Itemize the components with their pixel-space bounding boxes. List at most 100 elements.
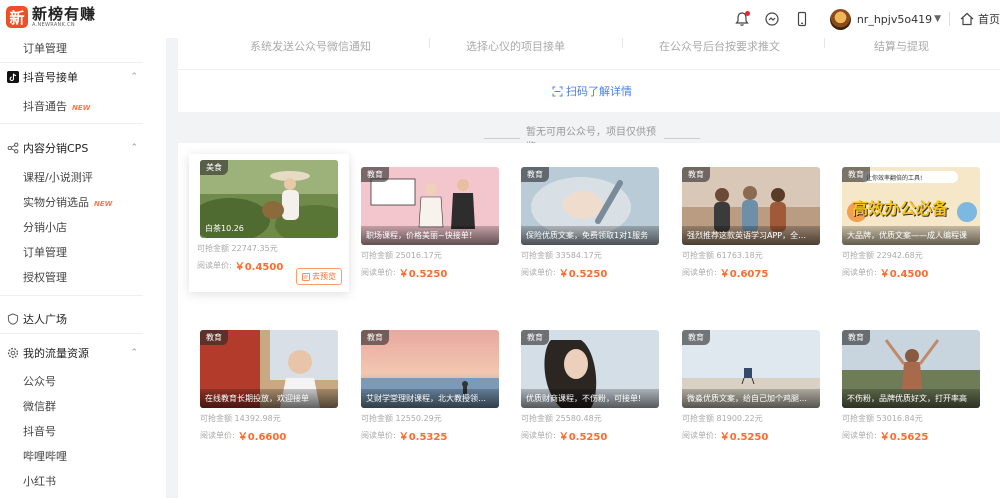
price-value: ￥0.4500 bbox=[879, 269, 929, 280]
sidebar-item-auth[interactable]: 授权管理 bbox=[23, 269, 67, 285]
sidebar-item-course-review[interactable]: 课程/小说测评 bbox=[23, 169, 93, 185]
sidebar-item-wechat-group[interactable]: 微信群 bbox=[23, 398, 56, 414]
amount-label: 可抢金额 bbox=[682, 414, 714, 423]
card-amount: 可抢金额 14392.98元 bbox=[200, 413, 340, 424]
sidebar-group-douyin[interactable]: 抖音号接单 ⌃ bbox=[6, 69, 138, 85]
category-tag: 教育 bbox=[682, 167, 710, 182]
amount-label: 可抢金额 bbox=[200, 414, 232, 423]
category-tag: 教育 bbox=[682, 330, 710, 345]
amount-value: 33584.17元 bbox=[555, 251, 602, 260]
sidebar-item-bilibili[interactable]: 哔哩哔哩 bbox=[23, 448, 67, 464]
project-card[interactable]: 教育 职场课程，价格美丽~快接单！ 可抢金额 25016.17元 阅读单价: ￥… bbox=[361, 167, 501, 280]
card-thumbnail[interactable]: 美食 白茶10.26 bbox=[200, 160, 338, 238]
sidebar-item-orders-top[interactable]: 订单管理 bbox=[23, 40, 67, 56]
home-link[interactable]: 首页 bbox=[978, 11, 1000, 27]
preview-label: 去预览 bbox=[312, 272, 336, 281]
notice-line bbox=[484, 137, 520, 139]
sidebar-group-influencers[interactable]: 达人广场 bbox=[6, 311, 138, 327]
mobile-icon[interactable] bbox=[788, 5, 816, 33]
card-thumbnail[interactable]: 教育 不伤粉，品牌优质好文，打开率高 bbox=[842, 330, 980, 408]
amount-value: 12550.29元 bbox=[395, 414, 442, 423]
sidebar-divider bbox=[0, 62, 143, 63]
category-tag: 教育 bbox=[521, 167, 549, 182]
sidebar-item-shop[interactable]: 分销小店 bbox=[23, 219, 67, 235]
category-tag: 教育 bbox=[521, 330, 549, 345]
card-thumbnail[interactable]: 教育 强烈推荐这款英语学习APP，全… bbox=[682, 167, 820, 245]
username[interactable]: nr_hpjv5o419 bbox=[857, 13, 932, 26]
amount-value: 61763.18元 bbox=[716, 251, 763, 260]
amount-value: 14392.98元 bbox=[234, 414, 281, 423]
chevron-down-icon[interactable]: ▼ bbox=[934, 14, 941, 24]
project-panel: 美食 白茶10.26 可抢金额 22747.35元 阅读单价: ￥0.4500 … bbox=[178, 143, 1000, 498]
project-card[interactable]: 教育 艾财学堂理财课程，北大教授领… 可抢金额 12550.29元 阅读单价: … bbox=[361, 330, 501, 443]
project-card[interactable]: 教育 强烈推荐这款英语学习APP，全… 可抢金额 61763.18元 阅读单价:… bbox=[682, 167, 822, 280]
sidebar-item-physical-goods[interactable]: 实物分销选品 NEW bbox=[23, 194, 112, 210]
category-tag: 教育 bbox=[361, 330, 389, 345]
project-card[interactable]: 教育 让你效率翻倍的工具! 高效办公必备 大品牌，优质文案——成人编程课 可抢金… bbox=[842, 167, 982, 280]
card-thumbnail[interactable]: 教育 职场课程，价格美丽~快接单！ bbox=[361, 167, 499, 245]
price-label: 阅读单价 bbox=[682, 431, 714, 440]
thumb-title-text: 高效办公必备 bbox=[852, 199, 949, 218]
card-price: 阅读单价: ￥0.5250 bbox=[521, 265, 661, 280]
amount-value: 25580.48元 bbox=[555, 414, 602, 423]
chevron-up-icon: ⌃ bbox=[130, 72, 138, 82]
card-caption: 保险优质文案，免费领取1对1服务 bbox=[521, 226, 659, 245]
card-amount: 可抢金额 81900.22元 bbox=[682, 413, 822, 424]
brand-logo[interactable]: 新 新榜有赚 A.NEWRANK.CN bbox=[6, 6, 96, 28]
sidebar-item-orders[interactable]: 订单管理 bbox=[23, 244, 67, 260]
header-divider bbox=[949, 12, 950, 26]
price-value: ￥0.5250 bbox=[719, 432, 769, 443]
project-card[interactable]: 教育 优质财商课程，不伤粉，可接单! 可抢金额 25580.48元 阅读单价: … bbox=[521, 330, 661, 443]
process-banner: 系统发送公众号微信通知 选择心仪的项目接单 在公众号后台按要求推文 结算与提现 … bbox=[178, 38, 1000, 112]
card-thumbnail[interactable]: 教育 优质财商课程，不伤粉，可接单! bbox=[521, 330, 659, 408]
home-icon[interactable] bbox=[958, 5, 976, 33]
logo-mark: 新 bbox=[6, 6, 28, 28]
card-thumbnail[interactable]: 教育 让你效率翻倍的工具! 高效办公必备 大品牌，优质文案——成人编程课 bbox=[842, 167, 980, 245]
bell-icon[interactable] bbox=[728, 5, 756, 33]
card-thumbnail[interactable]: 教育 艾财学堂理财课程，北大教授领… bbox=[361, 330, 499, 408]
card-caption: 优质财商课程，不伤粉，可接单! bbox=[521, 389, 659, 408]
process-steps: 系统发送公众号微信通知 选择心仪的项目接单 在公众号后台按要求推文 结算与提现 bbox=[178, 38, 1000, 68]
preview-button[interactable]: 去预览 bbox=[296, 268, 342, 285]
avatar[interactable] bbox=[829, 8, 851, 30]
sidebar-item-wechat-official[interactable]: 公众号 bbox=[23, 373, 56, 389]
project-card[interactable]: 教育 微淼优质文案，给自己加个鸡腿… 可抢金额 81900.22元 阅读单价: … bbox=[682, 330, 822, 443]
step-4: 结算与提现 bbox=[874, 40, 929, 53]
card-thumbnail[interactable]: 教育 保险优质文案，免费领取1对1服务 bbox=[521, 167, 659, 245]
sidebar-item-xiaohongshu[interactable]: 小红书 bbox=[23, 473, 56, 489]
sidebar-item-label: 抖音通告 bbox=[23, 100, 67, 113]
sidebar-item-douyin[interactable]: 抖音号 bbox=[23, 423, 56, 439]
sidebar-group-label: 内容分销CPS bbox=[23, 142, 89, 155]
sidebar-item-label: 实物分销选品 bbox=[23, 196, 89, 209]
sidebar-group-cps[interactable]: 内容分销CPS ⌃ bbox=[6, 140, 138, 156]
card-caption: 微淼优质文案，给自己加个鸡腿… bbox=[682, 389, 820, 408]
shield-icon bbox=[6, 313, 19, 326]
step-1: 系统发送公众号微信通知 bbox=[250, 40, 371, 53]
project-card[interactable]: 教育 在线教育长期投放，欢迎接单 可抢金额 14392.98元 阅读单价: ￥0… bbox=[200, 330, 340, 443]
sidebar-item-douyin-notice[interactable]: 抖音通告 NEW bbox=[23, 98, 90, 114]
card-thumbnail[interactable]: 教育 在线教育长期投放，欢迎接单 bbox=[200, 330, 338, 408]
project-card[interactable]: 教育 保险优质文案，免费领取1对1服务 可抢金额 33584.17元 阅读单价:… bbox=[521, 167, 661, 280]
sidebar-group-label: 我的流量资源 bbox=[23, 347, 89, 360]
project-card[interactable]: 美食 白茶10.26 可抢金额 22747.35元 阅读单价: ￥0.4500 … bbox=[189, 154, 349, 292]
brand-sub: A.NEWRANK.CN bbox=[32, 21, 75, 28]
card-price: 阅读单价: ￥0.5250 bbox=[361, 265, 501, 280]
card-caption: 职场课程，价格美丽~快接单！ bbox=[361, 226, 499, 245]
price-label: 阅读单价 bbox=[361, 268, 393, 277]
price-label: 阅读单价 bbox=[842, 431, 874, 440]
card-thumbnail[interactable]: 教育 微淼优质文案，给自己加个鸡腿… bbox=[682, 330, 820, 408]
category-tag: 美食 bbox=[200, 160, 228, 175]
sidebar-group-label: 抖音号接单 bbox=[23, 71, 78, 84]
message-icon[interactable] bbox=[758, 5, 786, 33]
scan-details-link[interactable]: 扫码了解详情 bbox=[552, 83, 632, 99]
chevron-up-icon: ⌃ bbox=[130, 348, 138, 358]
sidebar-group-traffic[interactable]: 我的流量资源 ⌃ bbox=[6, 345, 138, 361]
brand-name: 新榜有赚 bbox=[32, 4, 97, 23]
project-card[interactable]: 教育 不伤粉，品牌优质好文，打开率高 可抢金额 53016.84元 阅读单价: … bbox=[842, 330, 982, 443]
gear-icon bbox=[6, 347, 19, 360]
card-price: 阅读单价: ￥0.6075 bbox=[682, 265, 822, 280]
price-value: ￥0.4500 bbox=[234, 262, 284, 273]
price-value: ￥0.6600 bbox=[237, 432, 287, 443]
amount-value: 81900.22元 bbox=[716, 414, 763, 423]
amount-label: 可抢金额 bbox=[361, 414, 393, 423]
